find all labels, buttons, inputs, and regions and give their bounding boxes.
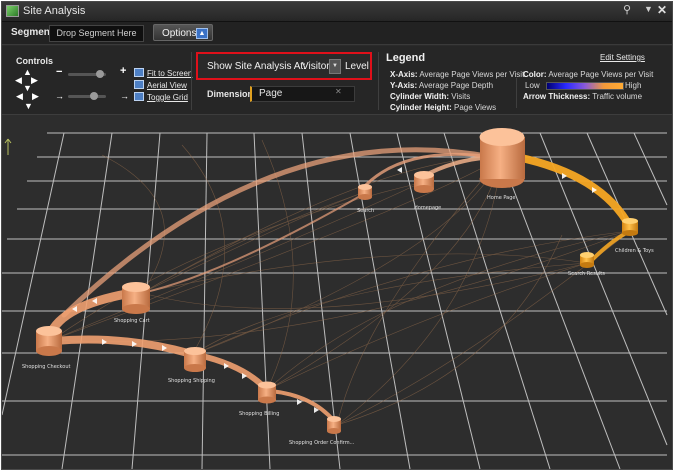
node-label: Search Results xyxy=(568,271,605,277)
zoom-slider-thumb[interactable] xyxy=(96,70,104,78)
segment-drop-zone[interactable]: Drop Segment Here xyxy=(49,25,144,42)
window-title: Site Analysis xyxy=(23,5,86,17)
divider xyxy=(516,78,517,108)
legend-color-low: Low xyxy=(525,81,540,90)
node-home[interactable] xyxy=(479,128,526,188)
visualization-svg: Home Page Homepage Search Children & Toy… xyxy=(2,128,668,469)
options-label: Options xyxy=(162,28,197,39)
pan-right-icon[interactable]: ▶ xyxy=(31,76,38,85)
divider xyxy=(191,52,192,110)
tilt-arrow-right-icon[interactable]: → xyxy=(120,92,129,101)
title-bar: Site Analysis ⚲ ▼ ✕ xyxy=(2,2,672,22)
legend-y-axis: Y-Axis: Average Page Depth xyxy=(390,81,494,90)
dimension-label: Dimension: xyxy=(207,89,257,99)
node-label: Search xyxy=(357,208,374,214)
controls-title: Controls xyxy=(16,56,53,66)
chevron-up-icon: ▲ xyxy=(196,28,208,39)
fit-to-screen-link[interactable]: Fit to Screen xyxy=(147,69,192,78)
window-menu-icon[interactable]: ▼ xyxy=(644,4,653,14)
legend-title: Legend xyxy=(386,52,426,64)
node-label: Shopping Order Confirm... xyxy=(289,440,355,446)
segment-bar: Segment: Drop Segment Here Options ▲ xyxy=(2,22,672,45)
close-icon[interactable]: ✕ xyxy=(657,3,667,17)
legend-cylinder-width: Cylinder Width: Visits xyxy=(390,92,471,101)
node-label: Shopping Cart xyxy=(114,318,150,324)
analysis-level-box: Show Site Analysis At: Visitor ▼ Level xyxy=(196,52,372,80)
edit-settings-link[interactable]: Edit Settings xyxy=(600,53,645,62)
node-label: Children & Toys xyxy=(615,248,654,254)
analysis-level-select[interactable]: Visitor xyxy=(302,61,330,72)
node-shopping-billing[interactable] xyxy=(258,381,276,404)
node-shopping-order-confirm[interactable] xyxy=(327,416,341,434)
rotate-right-icon[interactable]: ▶ xyxy=(32,92,39,101)
app-icon xyxy=(6,5,19,17)
legend-cylinder-height: Cylinder Height: Page Views xyxy=(390,103,497,112)
node-children-toys[interactable] xyxy=(622,218,638,236)
node-shopping-shipping[interactable] xyxy=(184,347,206,372)
tilt-slider-thumb[interactable] xyxy=(90,92,98,100)
clear-icon[interactable]: ✕ xyxy=(335,87,342,96)
visualization-canvas[interactable]: Home Page Homepage Search Children & Toy… xyxy=(2,115,672,469)
fit-screen-icon[interactable] xyxy=(134,68,144,77)
zoom-out-icon[interactable]: − xyxy=(56,66,62,78)
site-analysis-window: Site Analysis ⚲ ▼ ✕ Segment: Drop Segmen… xyxy=(1,1,673,470)
options-button[interactable]: Options ▲ xyxy=(153,24,213,41)
node-search-results[interactable] xyxy=(580,252,594,268)
toggle-grid-link[interactable]: Toggle Grid xyxy=(147,93,188,102)
analysis-level-prefix: Show Site Analysis At: xyxy=(207,61,306,72)
rotate-left-icon[interactable]: ◀ xyxy=(16,92,23,101)
node-shopping-cart[interactable] xyxy=(122,282,150,314)
tilt-arrow-icon[interactable]: → xyxy=(55,92,64,101)
node-label: Shopping Shipping xyxy=(168,378,215,384)
node-search[interactable] xyxy=(358,184,372,200)
aerial-view-link[interactable]: Aerial View xyxy=(147,81,187,90)
tilt-slider[interactable] xyxy=(68,95,106,98)
pin-icon[interactable]: ⚲ xyxy=(623,3,631,16)
color-gradient-bar xyxy=(546,82,624,90)
node-homepage[interactable] xyxy=(414,171,434,193)
node-label: Home Page xyxy=(487,195,515,201)
control-panel: Controls ▲ ◀ ▶ ▼ ◀ ▶ ▼ − + → → Fit to Sc… xyxy=(2,46,672,115)
pan-down-icon[interactable]: ▼ xyxy=(23,84,32,93)
node-label: Shopping Checkout xyxy=(22,364,71,370)
legend-x-axis: X-Axis: Average Page Views per Visit xyxy=(390,70,525,79)
legend-color: Color: Average Page Views per Visit xyxy=(523,70,654,79)
zoom-in-icon[interactable]: + xyxy=(120,65,126,77)
analysis-level-suffix: Level xyxy=(345,61,369,72)
node-label: Homepage xyxy=(414,205,441,211)
axis-indicator-icon xyxy=(4,138,12,155)
toggle-grid-icon[interactable] xyxy=(134,92,144,101)
aerial-view-icon[interactable] xyxy=(134,80,144,89)
pan-left-icon[interactable]: ◀ xyxy=(15,76,22,85)
tilt-down-icon[interactable]: ▼ xyxy=(24,102,33,111)
chevron-down-icon[interactable]: ▼ xyxy=(329,59,341,74)
divider xyxy=(378,52,379,110)
node-label: Shopping Billing xyxy=(239,411,279,417)
legend-color-high: High xyxy=(625,81,642,90)
node-shopping-checkout[interactable] xyxy=(36,326,62,356)
legend-arrow-thickness: Arrow Thickness: Traffic volume xyxy=(523,92,643,101)
